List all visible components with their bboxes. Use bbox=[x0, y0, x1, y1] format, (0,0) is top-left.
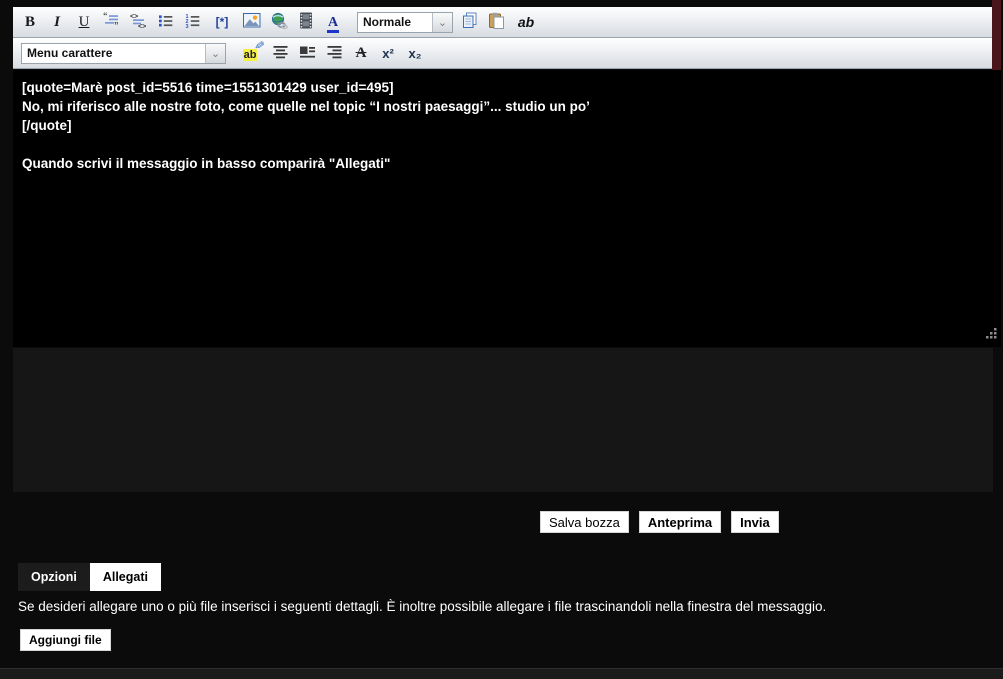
highlight-button[interactable]: ab✎ bbox=[238, 43, 262, 64]
editor-toolbar: B I U “” <><> 123 [*] A Normale ⌄ ab Men… bbox=[13, 7, 992, 69]
align-right-icon bbox=[326, 43, 343, 63]
insert-image-button[interactable] bbox=[243, 12, 261, 33]
align-block-icon bbox=[299, 43, 316, 63]
subscript-icon: x₂ bbox=[408, 46, 421, 61]
paste-icon bbox=[488, 12, 505, 32]
chevron-down-icon: ⌄ bbox=[205, 44, 225, 63]
align-center-icon bbox=[272, 43, 289, 63]
font-color-icon: A bbox=[328, 14, 338, 30]
copy-button[interactable] bbox=[460, 12, 478, 33]
font-select-value: Menu carattere bbox=[22, 44, 205, 63]
bold-icon: B bbox=[25, 15, 35, 30]
superscript-icon: x² bbox=[382, 46, 394, 61]
italic-icon: I bbox=[54, 15, 60, 30]
quote-icon: “” bbox=[103, 12, 120, 32]
chevron-down-icon: ⌄ bbox=[432, 13, 452, 32]
bold-button[interactable]: B bbox=[21, 12, 39, 33]
insert-link-button[interactable] bbox=[270, 12, 288, 33]
italic-button[interactable]: I bbox=[48, 12, 66, 33]
tab-attachments[interactable]: Allegati bbox=[90, 563, 161, 591]
list-item-button[interactable]: [*] bbox=[210, 12, 234, 33]
editor-lower-panel bbox=[13, 348, 993, 492]
svg-text:<>: <> bbox=[138, 24, 146, 30]
resize-grip[interactable] bbox=[985, 327, 998, 345]
attachments-description: Se desideri allegare uno o più file inse… bbox=[18, 599, 826, 614]
action-buttons: Salva bozza Anteprima Invia bbox=[540, 511, 779, 533]
message-textarea[interactable]: [quote=Marè post_id=5516 time=1551301429… bbox=[13, 70, 1001, 347]
film-icon bbox=[298, 12, 314, 32]
list-item-icon: [*] bbox=[216, 15, 229, 29]
save-draft-button[interactable]: Salva bozza bbox=[540, 511, 629, 533]
subscript-button[interactable]: x₂ bbox=[406, 43, 424, 64]
preview-button[interactable]: Anteprima bbox=[639, 511, 721, 533]
pen-icon: ✎ bbox=[252, 38, 268, 50]
paste-button[interactable] bbox=[487, 12, 505, 33]
image-icon bbox=[243, 12, 261, 32]
font-select[interactable]: Menu carattere ⌄ bbox=[21, 43, 226, 64]
underline-icon: U bbox=[79, 15, 90, 30]
ab-text-icon: ab bbox=[518, 14, 534, 30]
list-ordered-icon: 123 bbox=[184, 12, 201, 32]
highlight-icon: ab✎ bbox=[243, 46, 258, 61]
bottom-tabs: Opzioni Allegati bbox=[18, 563, 161, 591]
add-file-button[interactable]: Aggiungi file bbox=[20, 629, 111, 651]
format-select-value: Normale bbox=[358, 13, 432, 32]
toolbar-row-2: Menu carattere ⌄ ab✎ A x² x₂ bbox=[13, 38, 992, 69]
superscript-button[interactable]: x² bbox=[379, 43, 397, 64]
code-icon: <><> bbox=[130, 12, 147, 32]
list-ordered-button[interactable]: 123 bbox=[183, 12, 201, 33]
message-line: No, mi riferisco alle nostre foto, come … bbox=[22, 97, 991, 116]
post-editor-screen: B I U “” <><> 123 [*] A Normale ⌄ ab Men… bbox=[0, 0, 1003, 679]
message-line: [/quote] bbox=[22, 116, 991, 135]
underline-button[interactable]: U bbox=[75, 12, 93, 33]
strikethrough-button[interactable]: A bbox=[352, 43, 370, 64]
toolbar-row-1: B I U “” <><> 123 [*] A Normale ⌄ ab bbox=[13, 7, 992, 38]
strikethrough-icon: A bbox=[356, 45, 367, 62]
font-color-button[interactable]: A bbox=[324, 12, 342, 33]
align-center-button[interactable] bbox=[271, 43, 289, 64]
code-button[interactable]: <><> bbox=[129, 12, 147, 33]
globe-link-icon bbox=[270, 12, 288, 33]
insert-video-button[interactable] bbox=[297, 12, 315, 33]
list-unordered-button[interactable] bbox=[156, 12, 174, 33]
svg-text:”: ” bbox=[114, 21, 119, 30]
message-line bbox=[22, 135, 991, 154]
inline-text-button[interactable]: ab bbox=[514, 12, 538, 33]
svg-text:“: “ bbox=[103, 12, 108, 21]
bottom-divider-strip bbox=[0, 668, 1003, 679]
message-line: Quando scrivi il messaggio in basso comp… bbox=[22, 154, 991, 173]
quote-button[interactable]: “” bbox=[102, 12, 120, 33]
accent-strip bbox=[992, 0, 1001, 70]
align-right-button[interactable] bbox=[325, 43, 343, 64]
align-block-button[interactable] bbox=[298, 43, 316, 64]
list-unordered-icon bbox=[157, 12, 174, 32]
tab-options[interactable]: Opzioni bbox=[18, 563, 90, 591]
message-line: [quote=Marè post_id=5516 time=1551301429… bbox=[22, 78, 991, 97]
submit-button[interactable]: Invia bbox=[731, 511, 779, 533]
format-select[interactable]: Normale ⌄ bbox=[357, 12, 453, 33]
copy-icon bbox=[461, 12, 478, 32]
svg-text:3: 3 bbox=[185, 24, 188, 29]
